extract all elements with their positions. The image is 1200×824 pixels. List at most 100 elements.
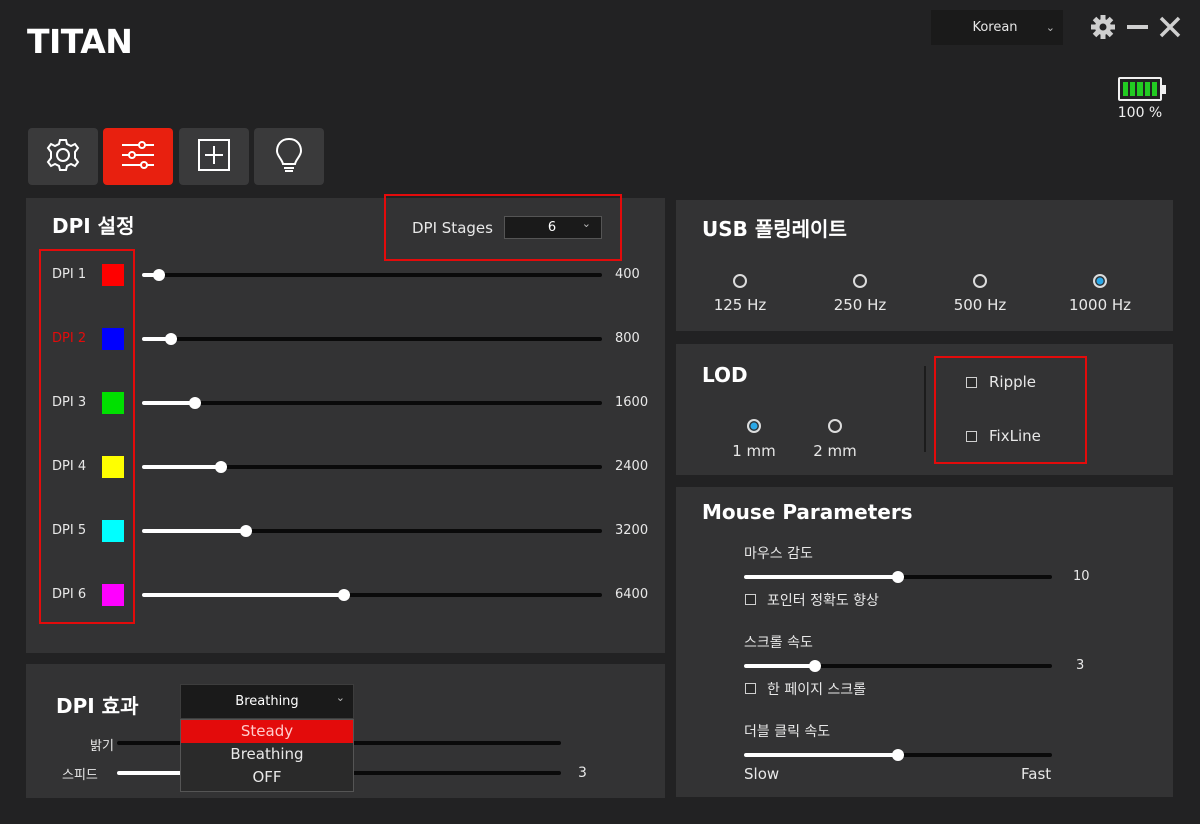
dpi-slider-fill (142, 465, 221, 469)
usb-rate-label: 1000 Hz (1068, 296, 1132, 314)
sensitivity-slider[interactable] (744, 571, 1052, 583)
dpi-color-swatch[interactable] (102, 328, 124, 350)
dpi-row-value: 400 (615, 267, 640, 282)
dpi-slider-fill (142, 593, 345, 597)
bulb-icon (269, 135, 309, 179)
chevron-down-icon: ⌄ (335, 691, 345, 704)
scroll-speed-fill (744, 664, 815, 668)
double-click-knob[interactable] (892, 749, 904, 761)
scroll-speed-value: 3 (1076, 658, 1085, 673)
dpi-slider[interactable] (142, 461, 602, 473)
dpi-slider-fill (142, 401, 196, 405)
dpi-row-label: DPI 6 (52, 587, 87, 602)
dpi-slider[interactable] (142, 589, 602, 601)
usb-polling-title: USB 폴링레이트 (702, 217, 847, 241)
effect-selected: Breathing (235, 694, 299, 709)
dpi-stages-label: DPI Stages (412, 219, 493, 237)
radio-button[interactable] (853, 274, 867, 288)
slow-label: Slow (744, 765, 780, 783)
double-click-label: 더블 클릭 속도 (744, 724, 831, 740)
checkbox[interactable] (966, 431, 977, 442)
macro-plus-icon (194, 135, 234, 179)
dpi-row-value: 3200 (615, 523, 649, 538)
dpi-row-value: 800 (615, 331, 640, 346)
lod-check-label: FixLine (989, 427, 1041, 445)
sensitivity-knob[interactable] (892, 571, 904, 583)
usb-rate-label: 250 Hz (833, 296, 887, 314)
dpi-color-swatch[interactable] (102, 264, 124, 286)
mouse-parameters-title: Mouse Parameters (702, 500, 913, 524)
speed-label: 스피드 (62, 768, 98, 783)
gear-icon (43, 135, 83, 179)
dpi-row-value: 2400 (615, 459, 649, 474)
dpi-color-swatch[interactable] (102, 392, 124, 414)
precision-checkbox[interactable] (745, 594, 756, 605)
dpi-color-swatch[interactable] (102, 584, 124, 606)
fast-label: Fast (1021, 765, 1052, 783)
dpi-slider-knob[interactable] (164, 333, 177, 345)
double-click-slider[interactable] (744, 749, 1052, 761)
dpi-slider[interactable] (142, 397, 602, 409)
lod-divider (924, 366, 926, 452)
dpi-slider-fill (142, 529, 246, 533)
language-select[interactable]: Korean ⌄ (931, 10, 1063, 45)
effect-option[interactable]: OFF (181, 766, 353, 789)
effect-option[interactable]: Breathing (181, 743, 353, 766)
brightness-label: 밝기 (90, 739, 114, 754)
radio-button[interactable] (1093, 274, 1107, 288)
dpi-row-label: DPI 1 (52, 267, 87, 282)
checkbox[interactable] (966, 377, 977, 388)
battery-level: 100 % (1117, 105, 1163, 121)
dpi-slider[interactable] (142, 525, 602, 537)
radio-button[interactable] (828, 419, 842, 433)
dpi-color-swatch[interactable] (102, 456, 124, 478)
lod-option-label: 1 mm (732, 442, 776, 460)
dpi-slider[interactable] (142, 269, 602, 281)
sensitivity-fill (744, 575, 898, 579)
dpi-stages-select[interactable]: 6 ⌄ (504, 216, 602, 239)
sensitivity-value: 10 (1073, 569, 1090, 584)
dpi-slider-knob[interactable] (152, 269, 165, 281)
chevron-down-icon: ⌄ (1045, 21, 1055, 34)
dpi-row-value: 1600 (615, 395, 649, 410)
page-scroll-label: 한 페이지 스크롤 (767, 682, 867, 698)
radio-button[interactable] (733, 274, 747, 288)
lod-check-label: Ripple (989, 373, 1037, 391)
radio-button[interactable] (973, 274, 987, 288)
dpi-slider-knob[interactable] (214, 461, 227, 473)
scroll-speed-label: 스크롤 속도 (744, 635, 813, 651)
tab-performance[interactable] (103, 128, 173, 185)
app-logo: TITAN (27, 22, 133, 61)
language-value: Korean (972, 20, 1018, 35)
tab-general[interactable] (28, 128, 98, 185)
tab-macro[interactable] (179, 128, 249, 185)
dpi-effect-title: DPI 효과 (56, 694, 139, 718)
lod-option-label: 2 mm (813, 442, 857, 460)
dpi-row-label: DPI 4 (52, 459, 87, 474)
scroll-speed-knob[interactable] (808, 660, 821, 672)
effect-option[interactable]: Steady (181, 720, 353, 743)
dpi-row-value: 6400 (615, 587, 649, 602)
dpi-slider[interactable] (142, 333, 602, 345)
dpi-slider-knob[interactable] (239, 525, 252, 537)
effect-select[interactable]: Breathing ⌄ (180, 684, 354, 719)
dpi-row-label: DPI 5 (52, 523, 87, 538)
chevron-down-icon: ⌄ (581, 217, 591, 230)
precision-label: 포인터 정확도 향상 (767, 593, 879, 609)
sliders-icon (118, 135, 158, 179)
speed-value: 3 (578, 765, 587, 781)
close-icon[interactable] (1156, 10, 1186, 44)
usb-rate-label: 125 Hz (713, 296, 767, 314)
radio-button[interactable] (747, 419, 761, 433)
lod-title: LOD (702, 363, 748, 387)
page-scroll-checkbox[interactable] (745, 683, 756, 694)
dpi-settings-title: DPI 설정 (52, 214, 135, 238)
dpi-row-label: DPI 2 (52, 331, 87, 346)
settings-gear-icon[interactable] (1088, 10, 1118, 44)
dpi-row-label: DPI 3 (52, 395, 87, 410)
scroll-speed-slider[interactable] (744, 660, 1052, 672)
dpi-color-swatch[interactable] (102, 520, 124, 542)
tab-lighting[interactable] (254, 128, 324, 185)
minimize-icon[interactable] (1124, 10, 1154, 44)
battery-icon (1118, 77, 1166, 101)
